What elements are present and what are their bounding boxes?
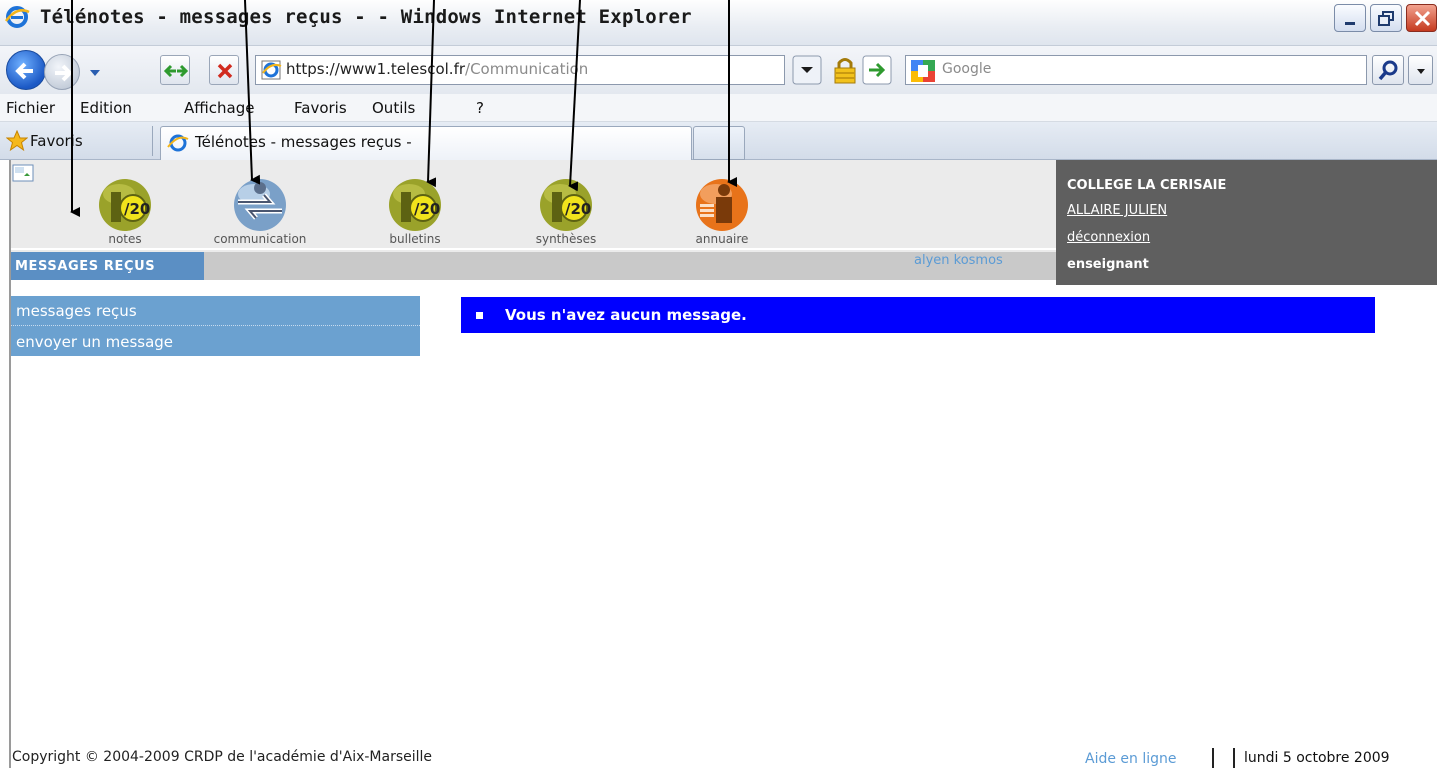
url-path: /Communication [465, 60, 589, 78]
grade-20-icon: /20 [389, 179, 441, 231]
refresh-icon [163, 64, 189, 78]
address-dropdown-icon[interactable] [792, 55, 822, 85]
user-role: enseignant [1067, 257, 1149, 272]
search-field[interactable]: Google [905, 55, 1367, 85]
module-notes-label: notes [108, 232, 142, 246]
search-options-button[interactable] [1408, 55, 1433, 85]
bullet-icon [476, 312, 483, 319]
close-button[interactable] [1406, 4, 1437, 32]
svg-text:/20: /20 [124, 200, 150, 218]
forward-arrow-icon [55, 64, 73, 82]
module-syntheses[interactable]: /20 synthèses [501, 178, 631, 248]
module-bulletins-label: bulletins [389, 232, 441, 246]
divider [1212, 748, 1214, 768]
minimize-button[interactable] [1334, 4, 1366, 32]
back-button[interactable] [6, 50, 46, 90]
message-notice: Vous n'avez aucun message. [461, 297, 1375, 333]
menu-bar: Fichier Edition Affichage Favoris Outils… [0, 94, 1437, 122]
search-provider-text: Google [942, 61, 992, 77]
menu-edition[interactable]: Edition [80, 99, 132, 117]
ie-logo-icon [4, 6, 30, 28]
page-ie-icon [261, 60, 282, 80]
footer-date: lundi 5 octobre 2009 [1244, 750, 1390, 766]
favorites-bar: Favoris Télénotes - messages reçus - [0, 122, 1437, 160]
communication-arrows-icon [234, 179, 286, 231]
forward-button[interactable] [44, 54, 80, 90]
user-panel: COLLEGE LA CERISAIE ALLAIRE JULIEN décon… [1056, 160, 1437, 285]
go-button[interactable] [862, 55, 892, 85]
tab-telenotes[interactable]: Télénotes - messages reçus - [160, 126, 692, 160]
user-name-link[interactable]: ALLAIRE JULIEN [1067, 203, 1167, 218]
side-menu-envoyer-message[interactable]: envoyer un message [11, 327, 420, 357]
address-url: https://www1.telescol.fr/Communication [286, 60, 588, 78]
logout-link[interactable]: déconnexion [1067, 230, 1150, 245]
divider [11, 248, 1056, 250]
new-tab-button[interactable] [693, 126, 745, 160]
menu-help[interactable]: ? [476, 99, 484, 117]
partner-link[interactable]: alyen kosmos [914, 253, 1003, 268]
navigation-bar: https://www1.telescol.fr/Communication G… [0, 46, 1437, 94]
module-communication-label: communication [213, 232, 307, 246]
grade-20-icon: /20 [99, 179, 151, 231]
menu-fichier[interactable]: Fichier [6, 99, 55, 117]
section-title: MESSAGES REÇUS [11, 252, 204, 280]
module-annuaire[interactable]: annuaire [657, 178, 787, 248]
history-dropdown-icon[interactable] [88, 68, 102, 78]
grade-20-icon: /20 [540, 179, 592, 231]
module-bulletins[interactable]: /20 bulletins [350, 178, 480, 248]
menu-outils[interactable]: Outils [372, 99, 415, 117]
page-content: /20 notes communication /20 bulletins /2… [0, 160, 1437, 768]
module-annuaire-label: annuaire [695, 232, 749, 246]
address-bar[interactable]: https://www1.telescol.fr/Communication [255, 55, 785, 85]
help-link[interactable]: Aide en ligne [1085, 751, 1177, 767]
side-menu: messages reçus envoyer un message [11, 296, 420, 356]
lock-icon[interactable] [830, 54, 860, 86]
svg-text:/20: /20 [565, 200, 591, 218]
google-logo-icon [911, 60, 935, 82]
window-title: Télénotes - messages reçus - - Windows I… [40, 6, 692, 28]
divider [1233, 748, 1235, 768]
directory-person-icon [696, 179, 748, 231]
chevron-down-icon [1417, 69, 1425, 74]
divider [152, 126, 153, 156]
school-name: COLLEGE LA CERISAIE [1067, 178, 1227, 193]
message-notice-text: Vous n'avez aucun message. [505, 306, 747, 324]
favorites-star-icon[interactable] [6, 130, 28, 152]
module-syntheses-label: synthèses [535, 232, 597, 246]
stop-button[interactable] [209, 55, 239, 85]
search-icon [1378, 60, 1398, 81]
window-titlebar: Télénotes - messages reçus - - Windows I… [0, 0, 1437, 46]
menu-favoris[interactable]: Favoris [294, 99, 347, 117]
restore-button[interactable] [1370, 4, 1402, 32]
stop-icon [217, 63, 233, 79]
module-communication[interactable]: communication [195, 178, 325, 248]
ie-tab-icon [167, 134, 189, 152]
refresh-button[interactable] [160, 55, 190, 85]
back-arrow-icon [15, 62, 33, 80]
tab-label: Télénotes - messages reçus - [195, 133, 412, 151]
favorites-button[interactable]: Favoris [30, 132, 83, 150]
broken-image-icon [12, 164, 34, 182]
menu-affichage[interactable]: Affichage [184, 99, 254, 117]
side-menu-messages-recus[interactable]: messages reçus [11, 296, 420, 326]
module-notes[interactable]: /20 notes [60, 178, 190, 248]
url-host: https://www1.telescol.fr [286, 60, 466, 78]
search-button[interactable] [1372, 55, 1404, 85]
svg-text:/20: /20 [414, 200, 440, 218]
footer-copyright: Copyright © 2004-2009 CRDP de l'académie… [12, 749, 433, 765]
